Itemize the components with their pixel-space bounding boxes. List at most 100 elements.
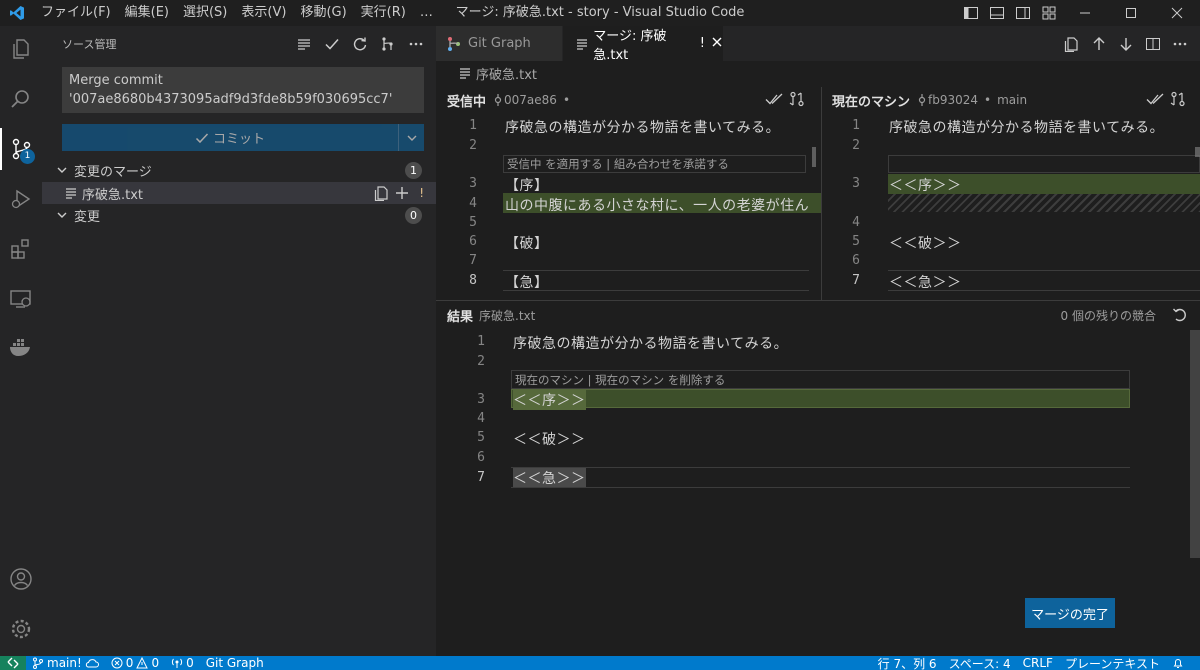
menu-selection[interactable]: 選択(S) [176,0,234,26]
docker-icon[interactable] [0,326,42,368]
toggle-sidebar-icon[interactable] [958,0,984,26]
toggle-panel-icon[interactable] [984,0,1010,26]
remote-explorer-icon[interactable] [0,278,42,320]
extensions-icon[interactable] [0,228,42,270]
settings-gear-icon[interactable] [0,608,42,650]
menu-file[interactable]: ファイル(F) [34,0,118,26]
menu-go[interactable]: 移動(G) [293,0,353,26]
commit-button-label: コミット [212,132,265,147]
error-count: 0 [125,656,134,670]
separator-dot: • [562,93,571,107]
incoming-codelens[interactable]: 受信中 を適用する | 組み合わせを承諾する [507,156,729,172]
minimize-icon[interactable] [1062,0,1108,26]
current-scrollbar[interactable] [1195,147,1200,157]
result-scrollbar[interactable] [1190,330,1200,558]
current-title: 現在のマシン [832,94,911,110]
accept-all-check-icon[interactable] [765,91,783,111]
tab-git-graph[interactable]: Git Graph [436,26,562,61]
current-commit: fb93024 [928,93,979,107]
toggle-secondary-sidebar-icon[interactable] [1010,0,1036,26]
line-number: 1 [852,118,860,133]
changes-group[interactable]: 変更 0 [42,204,436,226]
menu-more[interactable]: … [413,0,440,26]
close-tab-icon[interactable] [711,36,723,52]
commit-message-input[interactable]: Merge commit '007ae8680b4373095adf9d3fde… [62,67,424,113]
commit-message-line-2: '007ae8680b4373095adf9d3fde8b59f030695cc… [69,92,393,107]
incoming-code-line: 【破】 [505,236,549,252]
compare-changes-icon[interactable] [1170,91,1186,111]
stage-changes-icon[interactable] [394,185,410,205]
account-icon[interactable] [0,558,42,600]
refresh-icon[interactable] [350,34,370,54]
more-actions-icon[interactable] [1169,34,1190,54]
run-debug-icon[interactable] [0,178,42,220]
more-actions-icon[interactable] [406,34,426,54]
line-number: 2 [469,138,477,153]
breadcrumb-file[interactable]: 序破急.txt [476,64,537,83]
open-file-icon[interactable] [1061,34,1082,54]
commit-check-icon[interactable] [322,34,342,54]
line-number: 7 [852,273,860,288]
status-bar: main! 0 0 0 Git Graph 行 7、列 6 スペース: 4 CR… [0,656,1200,670]
current-code-line: ＜＜序＞＞ [889,178,962,194]
line-number: 3 [477,392,485,407]
chevron-down-icon [57,167,67,173]
incoming-commit: 007ae86 [504,93,557,107]
complete-merge-button[interactable]: マージの完了 [1025,598,1115,628]
indentation[interactable]: スペース: 4 [943,655,1017,670]
line-number: 3 [469,176,477,191]
line-number: 5 [469,215,477,230]
notifications-bell-icon[interactable] [1166,657,1190,669]
next-conflict-icon[interactable] [1115,34,1136,54]
commit-dropdown-button[interactable] [398,124,424,151]
accept-all-check-icon[interactable] [1146,91,1164,111]
incoming-code-line: 【序】 [505,178,549,194]
tab-merge-file[interactable]: マージ: 序破急.txt ! [563,26,723,63]
problems-status[interactable]: 0 0 [105,656,165,670]
maximize-icon[interactable] [1108,0,1154,26]
line-ending[interactable]: CRLF [1017,656,1059,670]
split-editor-icon[interactable] [1142,34,1163,54]
merge-changes-group[interactable]: 変更のマージ 1 [42,159,436,181]
menu-edit[interactable]: 編集(E) [118,0,176,26]
result-codelens[interactable]: 現在のマシン | 現在のマシン を削除する [515,372,725,388]
changes-label: 変更 [74,209,101,225]
incoming-scrollbar[interactable] [812,147,816,167]
cursor-position[interactable]: 行 7、列 6 [872,655,943,670]
ports-status[interactable]: 0 [165,656,200,670]
close-window-icon[interactable] [1154,0,1200,26]
customize-layout-icon[interactable] [1036,0,1062,26]
commit-button[interactable]: コミット [62,124,424,151]
language-mode[interactable]: プレーンテキスト [1059,655,1166,670]
merge-changes-label: 変更のマージ [74,164,152,180]
explorer-icon[interactable] [0,28,42,70]
line-number: 4 [469,196,477,211]
incoming-title: 受信中 [447,94,487,110]
changes-count: 0 [405,206,422,224]
menu-run[interactable]: 実行(R) [354,0,413,26]
open-file-icon[interactable] [374,185,390,205]
current-line-border-bottom [511,487,1130,488]
source-control-icon[interactable]: 1 [0,128,42,170]
compare-changes-icon[interactable] [789,91,805,111]
result-conflict-highlight [511,389,1130,408]
result-code-line: ＜＜序＞＞ [513,390,586,410]
conflict-status: ! [419,186,424,200]
text-file-icon [66,188,76,199]
git-graph-status[interactable]: Git Graph [200,656,270,670]
remote-indicator-icon[interactable] [0,656,26,670]
git-graph-view-icon[interactable] [378,34,398,54]
previous-conflict-icon[interactable] [1088,34,1109,54]
view-as-tree-icon[interactable] [294,34,314,54]
incoming-code-line: 【急】 [505,275,549,291]
reset-result-icon[interactable] [1172,307,1188,327]
menu-view[interactable]: 表示(V) [234,0,293,26]
branch-status[interactable]: main! [26,656,105,670]
current-line-border-bottom [503,290,809,291]
line-number: 5 [852,234,860,249]
search-icon[interactable] [0,78,42,120]
merge-file-item[interactable]: 序破急.txt ! [42,182,436,204]
current-codelens-box [888,155,1200,173]
tab-conflict-status: ! [699,36,705,51]
source-control-sidebar: ソース管理 Merge commit '007ae8680b4373095adf… [42,26,436,656]
